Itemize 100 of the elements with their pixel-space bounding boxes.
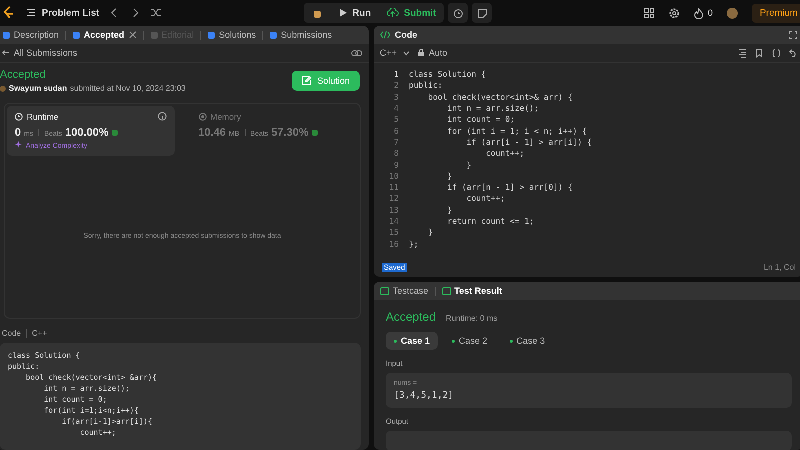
line-number: 6 <box>393 126 400 136</box>
lock-icon <box>418 49 426 57</box>
code-line: if (arr[n - 1] > arr[0]) { <box>446 183 573 192</box>
braces-icon[interactable] <box>772 48 781 58</box>
code-line: count++; <box>485 149 525 158</box>
line-number: 7 <box>393 138 400 147</box>
autocomplete-mode[interactable]: Auto <box>429 48 448 58</box>
memory-value: 10.46 <box>198 127 226 139</box>
line-number: 2 <box>393 81 400 90</box>
panel-tab[interactable]: Solutions <box>207 30 256 40</box>
line-number: 13 <box>388 206 400 215</box>
panel-tab[interactable]: Submissions <box>269 30 332 40</box>
line-number: 4 <box>393 104 400 114</box>
result-status: Accepted <box>386 310 436 324</box>
code-line: bool check(vector<int>& arr) { <box>427 92 573 102</box>
badge-icon <box>312 130 318 136</box>
note-icon <box>476 8 488 18</box>
shuffle-icon[interactable] <box>150 8 162 18</box>
link-icon[interactable] <box>351 48 363 58</box>
memory-title: Memory <box>210 112 242 122</box>
code-line: } <box>446 206 452 215</box>
code-line: }; <box>409 240 419 249</box>
line-number: 14 <box>388 217 400 226</box>
tab-icon <box>269 30 278 40</box>
avatar <box>0 86 6 92</box>
tab-icon <box>442 286 452 296</box>
panel-tab[interactable]: Accepted <box>72 30 125 40</box>
language-label: C++ <box>32 329 48 338</box>
tab-icon <box>72 30 82 40</box>
submitted-time: submitted at Nov 10, 2024 23:03 <box>70 84 186 93</box>
line-number: 1 <box>393 70 400 80</box>
arrow-left-icon[interactable] <box>2 50 10 56</box>
all-submissions-link[interactable]: All Submissions <box>14 48 78 58</box>
note-button[interactable] <box>472 3 492 23</box>
settings-icon[interactable] <box>668 8 680 18</box>
list-icon <box>26 8 36 18</box>
fullscreen-icon[interactable] <box>789 30 798 40</box>
undo-icon[interactable] <box>789 48 798 58</box>
avatar[interactable] <box>726 8 738 18</box>
code-line: int count = 0; <box>446 115 515 124</box>
close-icon[interactable] <box>128 31 137 39</box>
code-line: int n = arr.size(); <box>446 104 540 114</box>
tab-icon <box>150 30 159 40</box>
problem-list-button[interactable]: Problem List <box>26 8 100 18</box>
tab-icon <box>2 30 11 40</box>
panel-tab[interactable]: Description <box>2 30 60 40</box>
line-number: 16 <box>388 240 400 249</box>
chevron-down-icon <box>403 50 410 56</box>
cloud-upload-icon <box>387 8 400 18</box>
line-number: 11 <box>388 183 400 192</box>
language-dropdown[interactable]: C++ <box>380 48 410 58</box>
line-number: 12 <box>388 194 400 204</box>
clock-icon <box>15 113 23 121</box>
memory-beats: 57.30% <box>271 127 309 139</box>
alarm-clock-button[interactable] <box>448 3 468 23</box>
bookmark-icon[interactable] <box>755 48 764 58</box>
code-line: public: <box>409 81 443 90</box>
runtime-text: Runtime: 0 ms <box>446 314 498 323</box>
code-line: for (int i = 1; i < n; i++) { <box>446 126 588 136</box>
grid-icon[interactable] <box>644 8 655 18</box>
runtime-value: 0 <box>15 127 22 139</box>
run-button[interactable]: Run <box>330 3 380 23</box>
edit-icon <box>302 76 312 86</box>
code-line: count++; <box>466 194 506 204</box>
tab-icon <box>380 286 390 296</box>
premium-button[interactable]: Premium <box>752 4 800 22</box>
cursor-position: Ln 1, Col <box>764 263 796 272</box>
code-line: } <box>466 160 472 170</box>
code-line: } <box>427 228 434 238</box>
param-value: [3,4,5,1,2] <box>394 391 455 401</box>
line-number: 3 <box>393 92 400 102</box>
code-label: Code <box>2 329 22 338</box>
username[interactable]: Swayum sudan <box>9 84 68 93</box>
case-tab[interactable]: Case 1 <box>386 332 438 350</box>
submit-button[interactable]: Submit <box>379 3 444 23</box>
format-icon[interactable] <box>738 48 747 58</box>
code-line: class Solution { <box>409 70 486 80</box>
streak-count: 0 <box>708 8 713 18</box>
result-tab[interactable]: Testcase <box>380 286 429 296</box>
case-tab[interactable]: Case 3 <box>502 332 554 350</box>
clock-icon <box>452 8 464 18</box>
info-icon[interactable] <box>158 112 166 121</box>
line-number: 8 <box>393 149 400 158</box>
badge-icon <box>112 130 118 136</box>
code-line: } <box>446 172 452 181</box>
tab-icon <box>207 30 216 40</box>
logo-icon[interactable] <box>2 6 16 20</box>
case-tab[interactable]: Case 2 <box>444 332 496 350</box>
line-number: 15 <box>388 228 400 238</box>
runtime-title: Runtime <box>27 112 59 122</box>
sparkle-icon <box>15 141 22 148</box>
code-line: return count <= 1; <box>446 217 534 226</box>
line-number: 9 <box>393 160 400 170</box>
code-icon <box>380 31 391 39</box>
submission-status: Accepted <box>0 69 47 81</box>
line-number: 10 <box>388 172 400 181</box>
play-icon <box>338 8 348 18</box>
code-line: if (arr[i - 1] > arr[i]) { <box>466 138 592 147</box>
runtime-beats: 100.00% <box>65 127 109 139</box>
result-tab[interactable]: Test Result <box>442 286 502 296</box>
